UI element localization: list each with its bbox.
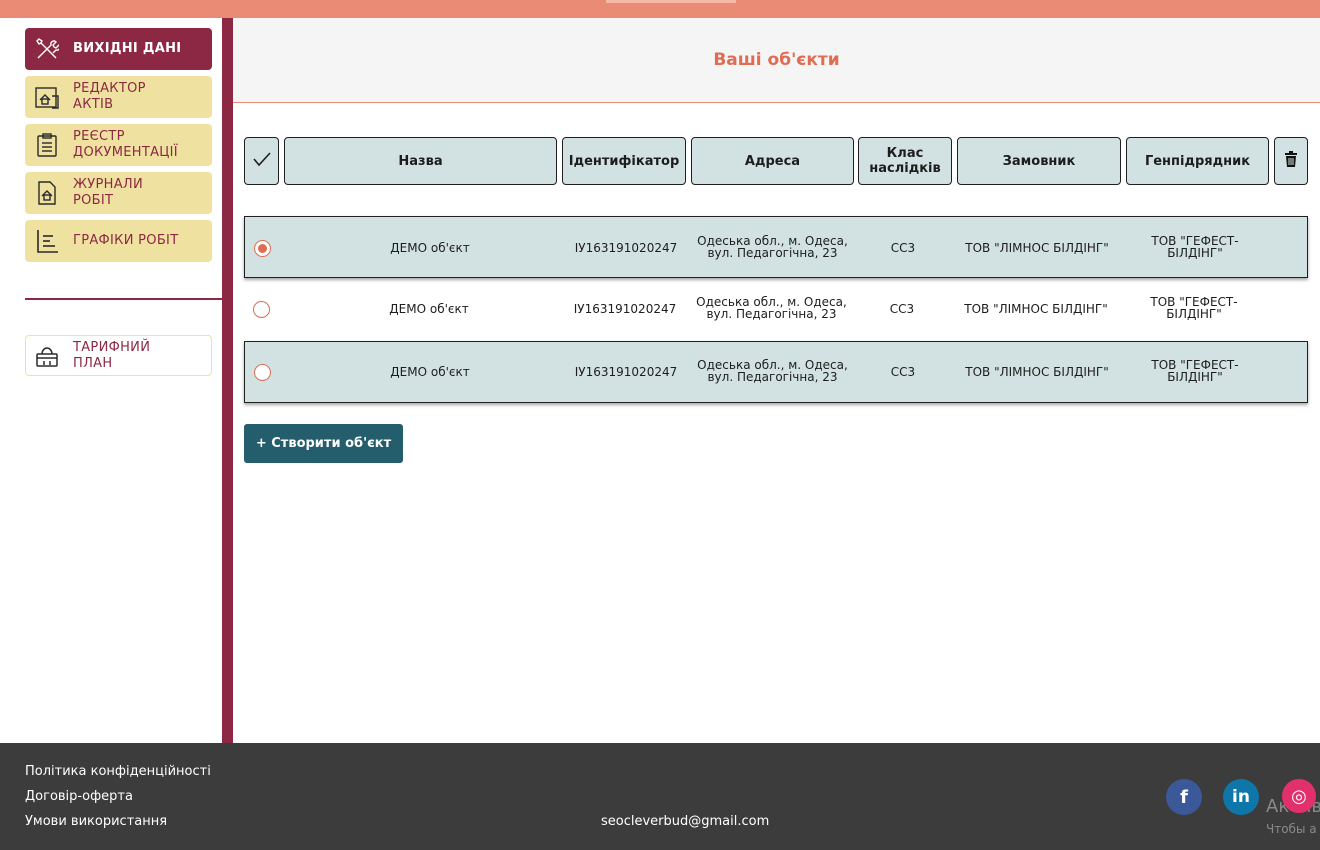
sidebar-border xyxy=(222,18,233,743)
row-radio[interactable] xyxy=(254,240,271,257)
table-row[interactable]: ДЕМО об'єкт ІУ163191020247 Одеська обл.,… xyxy=(244,278,1308,340)
column-header-address[interactable]: Адреса xyxy=(691,137,854,185)
main-content: Ваші об'єкти Назва Ідентифікатор Адреса … xyxy=(233,18,1320,743)
cell-contractor: ТОВ "ГЕФЕСТ-БІЛДІНГ" xyxy=(1151,358,1239,384)
cell-name: ДЕМО об'єкт xyxy=(389,302,469,316)
cell-address: Одеська обл., м. Одеса, вул. Педагогічна… xyxy=(697,234,848,260)
page-header: Ваші об'єкти xyxy=(233,18,1320,103)
sidebar-item-source-data[interactable]: ВИХІДНІ ДАНІ xyxy=(25,28,212,70)
top-bar xyxy=(0,0,1320,18)
cell-customer: ТОВ "ЛІМНОС БІЛДІНГ" xyxy=(964,302,1108,316)
sidebar-item-label: ГРАФІКИ РОБІТ xyxy=(73,233,179,248)
cell-contractor: ТОВ "ГЕФЕСТ-БІЛДІНГ" xyxy=(1150,295,1238,321)
delete-button[interactable] xyxy=(1274,137,1308,185)
row-radio[interactable] xyxy=(254,364,271,381)
cell-class: СС3 xyxy=(890,241,916,255)
activation-watermark-subtext: Чтобы а xyxy=(1266,822,1317,836)
cell-customer: ТОВ "ЛІМНОС БІЛДІНГ" xyxy=(965,241,1109,255)
cell-identifier: ІУ163191020247 xyxy=(574,365,678,379)
privacy-policy-link[interactable]: Політика конфіденційності xyxy=(25,764,211,779)
house-file-icon xyxy=(34,180,60,206)
sidebar-item-work-logs[interactable]: ЖУРНАЛИ РОБІТ xyxy=(25,172,212,214)
table-row[interactable]: ДЕМО об'єкт ІУ163191020247 Одеська обл.,… xyxy=(244,341,1308,403)
cell-name: ДЕМО об'єкт xyxy=(390,241,470,255)
trash-icon xyxy=(1285,151,1297,171)
sidebar-item-label: РЕЄСТР ДОКУМЕНТАЦІЇ xyxy=(73,129,178,160)
cell-address: Одеська обл., м. Одеса, вул. Педагогічна… xyxy=(696,295,847,321)
column-header-identifier[interactable]: Ідентифікатор xyxy=(562,137,686,185)
clipboard-icon xyxy=(34,132,60,158)
offer-agreement-link[interactable]: Договір-оферта xyxy=(25,789,133,804)
cell-class: СС3 xyxy=(890,365,916,379)
sidebar-divider xyxy=(25,298,222,300)
sidebar-item-acts-editor[interactable]: РЕДАКТОР АКТІВ xyxy=(25,76,212,118)
sidebar-item-tariff-plan[interactable]: ТАРИФНИЙ ПЛАН xyxy=(25,335,212,376)
table-row[interactable]: ДЕМО об'єкт ІУ163191020247 Одеська обл.,… xyxy=(244,216,1308,278)
cell-name: ДЕМО об'єкт xyxy=(390,365,470,379)
cell-class: СС3 xyxy=(889,302,915,316)
column-header-name[interactable]: Назва xyxy=(284,137,557,185)
facebook-icon[interactable]: f xyxy=(1166,779,1202,815)
column-header-consequence-class[interactable]: Клас наслідків xyxy=(858,137,952,185)
cell-contractor: ТОВ "ГЕФЕСТ-БІЛДІНГ" xyxy=(1151,234,1239,260)
linkedin-icon[interactable]: in xyxy=(1223,779,1259,815)
tools-icon xyxy=(34,36,60,62)
sidebar: ВИХІДНІ ДАНІ РЕДАКТОР АКТІВ РЕЄСТР ДОКУМ… xyxy=(0,18,222,743)
cell-identifier: ІУ163191020247 xyxy=(573,302,677,316)
select-all-button[interactable] xyxy=(244,137,279,185)
basket-icon xyxy=(34,343,60,369)
sidebar-item-label: ЖУРНАЛИ РОБІТ xyxy=(73,177,144,208)
contact-email[interactable]: seocleverbud@gmail.com xyxy=(601,814,769,829)
instagram-icon[interactable]: ◎ xyxy=(1282,779,1316,813)
column-header-customer[interactable]: Замовник xyxy=(957,137,1121,185)
terms-of-use-link[interactable]: Умови використання xyxy=(25,814,167,829)
page-title: Ваші об'єкти xyxy=(713,50,840,70)
checkmark-icon xyxy=(252,151,272,171)
sidebar-item-work-schedules[interactable]: ГРАФІКИ РОБІТ xyxy=(25,220,212,262)
sidebar-item-label: ТАРИФНИЙ ПЛАН xyxy=(73,339,151,371)
footer: Політика конфіденційності Договір-оферта… xyxy=(0,743,1320,850)
sidebar-item-label: ВИХІДНІ ДАНІ xyxy=(73,41,182,56)
sidebar-item-documentation-registry[interactable]: РЕЄСТР ДОКУМЕНТАЦІЇ xyxy=(25,124,212,166)
row-radio[interactable] xyxy=(253,301,270,318)
sidebar-item-label: РЕДАКТОР АКТІВ xyxy=(73,81,146,112)
create-object-button[interactable]: + Створити об'єкт xyxy=(244,424,403,463)
top-bar-tab xyxy=(606,0,736,3)
house-document-icon xyxy=(34,84,60,110)
chart-lines-icon xyxy=(34,228,60,254)
cell-customer: ТОВ "ЛІМНОС БІЛДІНГ" xyxy=(965,365,1109,379)
cell-identifier: ІУ163191020247 xyxy=(574,241,678,255)
column-header-general-contractor[interactable]: Генпідрядник xyxy=(1126,137,1269,185)
cell-address: Одеська обл., м. Одеса, вул. Педагогічна… xyxy=(697,358,848,384)
